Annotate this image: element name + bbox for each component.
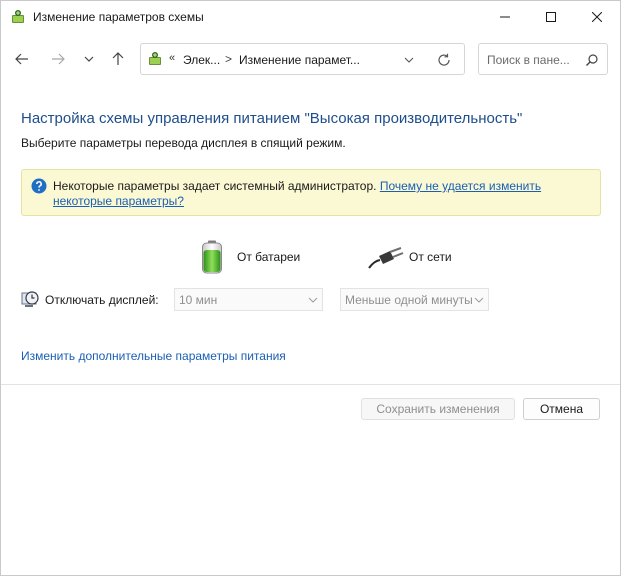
advanced-power-settings-link[interactable]: Изменить дополнительные параметры питани… <box>21 349 286 363</box>
back-button[interactable] <box>9 45 35 73</box>
power-options-icon <box>149 52 161 65</box>
help-icon <box>31 178 47 194</box>
close-icon <box>592 12 602 22</box>
admin-info-message: Некоторые параметры задает системный адм… <box>53 179 380 193</box>
refresh-button[interactable] <box>435 51 453 69</box>
page-title: Настройка схемы управления питанием "Выс… <box>21 110 523 127</box>
address-overflow-chevron[interactable]: « <box>169 52 175 64</box>
turn-off-display-label: Отключать дисплей: <box>45 293 159 307</box>
arrow-up-icon <box>112 52 124 65</box>
admin-info-text: Некоторые параметры задает системный адм… <box>53 179 593 209</box>
window-title: Изменение параметров схемы <box>33 10 204 24</box>
breadcrumb-separator[interactable]: > <box>225 52 232 66</box>
power-options-icon <box>12 10 24 23</box>
address-bar[interactable]: « Элек... > Изменение парамет... <box>140 43 465 75</box>
page-subtitle: Выберите параметры перевода дисплея в сп… <box>21 136 346 150</box>
admin-info-bar: Некоторые параметры задает системный адм… <box>21 169 601 216</box>
maximize-icon <box>546 12 556 22</box>
chevron-down-icon <box>308 297 318 303</box>
maximize-button[interactable] <box>528 1 574 33</box>
breadcrumb-edit-plan[interactable]: Изменение парамет... <box>239 53 360 67</box>
breadcrumb-power-options[interactable]: Элек... <box>183 53 220 67</box>
ac-column-label: От сети <box>409 250 452 264</box>
arrow-right-icon <box>52 53 65 65</box>
title-bar[interactable]: Изменение параметров схемы <box>1 1 620 33</box>
minimize-icon <box>500 16 510 18</box>
battery-icon <box>202 240 222 274</box>
power-plug-icon <box>368 247 404 269</box>
display-timeout-ac-value: Меньше одной минуты <box>345 293 473 307</box>
power-plan-window: Изменение параметров схемы « Элек... > И <box>0 0 621 576</box>
up-button[interactable] <box>105 45 131 73</box>
display-timeout-battery-value: 10 мин <box>179 293 218 307</box>
chevron-down-icon <box>404 57 414 63</box>
chevron-down-icon <box>474 297 484 303</box>
chevron-down-icon <box>84 56 94 62</box>
minimize-button[interactable] <box>482 1 528 33</box>
display-timeout-battery-select[interactable]: 10 мин <box>174 288 323 311</box>
footer-divider <box>1 384 620 385</box>
search-placeholder: Поиск в пане... <box>487 53 570 67</box>
save-changes-button[interactable]: Сохранить изменения <box>361 398 515 420</box>
search-icon <box>586 54 598 66</box>
recent-locations-button[interactable] <box>76 45 102 73</box>
refresh-icon <box>438 53 450 66</box>
battery-column-label: От батареи <box>237 250 301 264</box>
address-dropdown-button[interactable] <box>401 52 417 68</box>
search-input[interactable]: Поиск в пане... <box>478 43 608 75</box>
arrow-left-icon <box>15 53 28 65</box>
forward-button[interactable] <box>45 45 71 73</box>
display-timeout-ac-select[interactable]: Меньше одной минуты <box>340 288 489 311</box>
close-button[interactable] <box>574 1 620 33</box>
cancel-button[interactable]: Отмена <box>523 398 600 420</box>
display-timer-icon <box>21 291 39 307</box>
